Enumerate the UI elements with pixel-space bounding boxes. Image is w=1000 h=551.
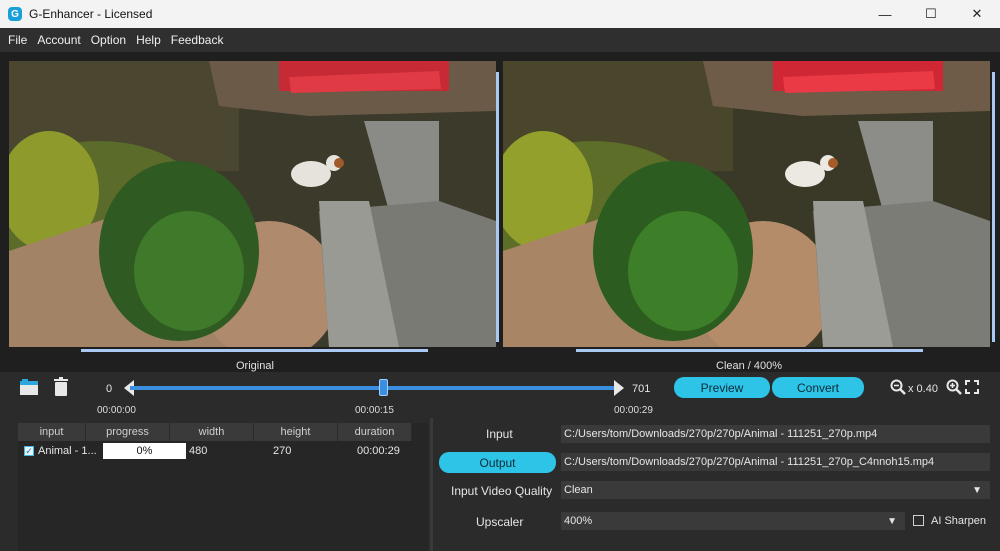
cell-input: ✓ Animal - 1...: [18, 443, 103, 459]
settings-panel: Input C:/Users/tom/Downloads/270p/270p/A…: [434, 418, 1000, 551]
panel-divider[interactable]: [430, 418, 433, 551]
app-logo-icon: G: [8, 7, 22, 21]
track-end-arrow-icon: [614, 380, 624, 396]
original-scroll-bar[interactable]: [81, 349, 428, 352]
convert-button[interactable]: Convert: [772, 377, 864, 398]
column-width[interactable]: width: [170, 423, 254, 441]
menu-account[interactable]: Account: [33, 33, 84, 47]
quality-label: Input Video Quality: [451, 484, 553, 498]
row-input-name: Animal - 1...: [38, 445, 97, 457]
column-duration[interactable]: duration: [338, 423, 412, 441]
start-time: 00:00:00: [97, 405, 136, 416]
upscaler-value: 400%: [564, 515, 593, 527]
zoom-in-icon[interactable]: [946, 379, 962, 395]
enhanced-scroll-bar[interactable]: [576, 349, 923, 352]
end-frame: 701: [632, 383, 651, 395]
timeline-controls: 0 701 00:00:00 00:00:15 00:00:29 Preview…: [0, 372, 1000, 418]
output-path-field[interactable]: C:/Users/tom/Downloads/270p/270p/Animal …: [561, 453, 990, 471]
fullscreen-icon[interactable]: [965, 380, 979, 394]
preview-splitter[interactable]: [496, 72, 499, 342]
start-frame: 0: [106, 383, 113, 395]
menu-feedback[interactable]: Feedback: [167, 33, 228, 47]
cell-duration: 00:00:29: [357, 445, 400, 457]
trash-icon[interactable]: [53, 377, 69, 397]
window-title: G-Enhancer - Licensed: [29, 7, 153, 21]
column-progress[interactable]: progress: [86, 423, 170, 441]
zoom-level: x 0.40: [908, 383, 938, 395]
title-bar: G G-Enhancer - Licensed — ☐ ✕: [0, 0, 1000, 28]
close-button[interactable]: ✕: [954, 0, 1000, 28]
open-folder-icon[interactable]: [19, 378, 39, 396]
original-label: Original: [236, 360, 274, 372]
minimize-button[interactable]: —: [862, 0, 908, 28]
zoom-out-icon[interactable]: [890, 379, 906, 395]
original-preview-frame[interactable]: [9, 61, 496, 347]
enhanced-preview-frame[interactable]: [503, 61, 990, 347]
output-button[interactable]: Output: [439, 452, 556, 473]
preview-area: Original Clean / 400%: [0, 52, 1000, 372]
original-video-image: [9, 61, 496, 347]
cell-progress: 0%: [103, 443, 186, 459]
row-checkbox[interactable]: ✓: [24, 446, 34, 456]
end-time: 00:00:29: [614, 405, 653, 416]
chevron-down-icon: ▼: [972, 484, 982, 496]
cell-height: 270: [273, 445, 292, 457]
column-height[interactable]: height: [254, 423, 338, 441]
quality-value: Clean: [564, 484, 593, 496]
input-label: Input: [486, 427, 513, 441]
window-controls: — ☐ ✕: [862, 0, 1000, 28]
ai-sharpen-label: AI Sharpen: [931, 515, 987, 527]
cell-width: 480: [189, 445, 208, 457]
menu-option[interactable]: Option: [87, 33, 130, 47]
enhanced-video-image: [503, 61, 990, 347]
maximize-button[interactable]: ☐: [908, 0, 954, 28]
menu-help[interactable]: Help: [132, 33, 165, 47]
preview-button[interactable]: Preview: [674, 377, 770, 398]
input-path-field[interactable]: C:/Users/tom/Downloads/270p/270p/Animal …: [561, 425, 990, 443]
ai-sharpen-checkbox[interactable]: [913, 515, 924, 526]
menu-bar: File Account Option Help Feedback: [0, 28, 1000, 52]
upscaler-select[interactable]: 400% ▼: [561, 512, 905, 530]
timeline-slider-thumb[interactable]: [379, 379, 389, 396]
preview-right-edge: [992, 72, 995, 342]
current-time: 00:00:15: [355, 405, 394, 416]
chevron-down-icon: ▼: [887, 515, 897, 527]
file-table: input progress width height duration ✓ A…: [18, 423, 428, 551]
menu-file[interactable]: File: [4, 33, 31, 47]
quality-select[interactable]: Clean ▼: [561, 481, 990, 499]
table-header: input progress width height duration: [18, 423, 428, 441]
timeline-track[interactable]: [130, 386, 618, 390]
table-row[interactable]: ✓ Animal - 1... 0% 480 270 00:00:29: [18, 443, 428, 459]
upscaler-label: Upscaler: [476, 515, 524, 529]
enhanced-label: Clean / 400%: [716, 360, 783, 372]
column-input[interactable]: input: [18, 423, 86, 441]
